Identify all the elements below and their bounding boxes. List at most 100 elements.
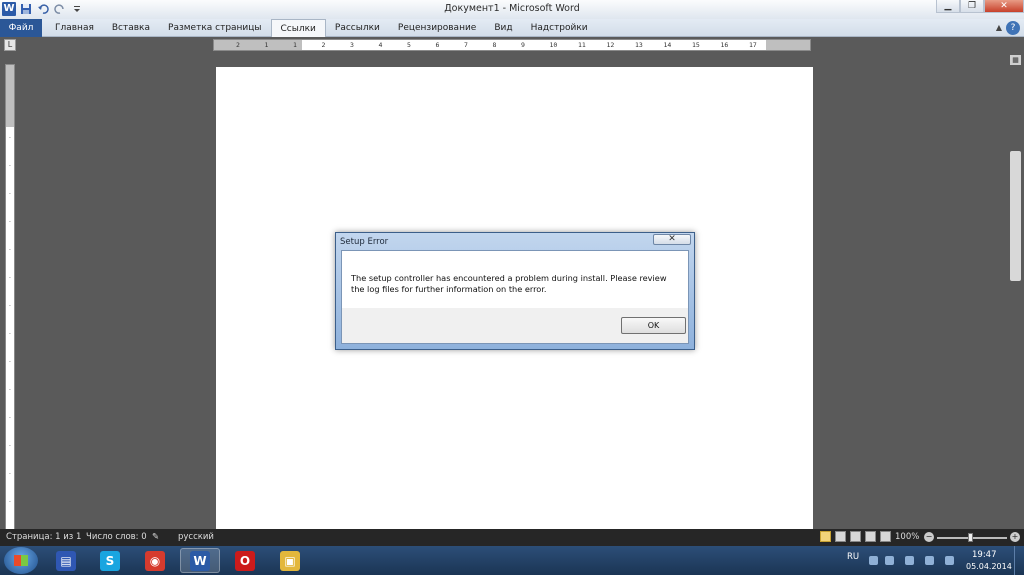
ruler-tick: 9 (521, 41, 525, 49)
ruler-tick: 2 (321, 41, 326, 49)
tray-volume-icon[interactable] (945, 556, 954, 565)
taskbar-app-explorer[interactable]: ▣ (270, 548, 310, 573)
ribbon-tab[interactable]: Вид (485, 19, 521, 37)
dialog-footer: OK (342, 308, 688, 343)
draft-view-button[interactable] (880, 531, 891, 542)
collapse-ribbon-icon[interactable]: ▲ (996, 23, 1002, 32)
vertical-scrollbar[interactable]: ▦ (1007, 53, 1024, 529)
dialog-title: Setup Error (340, 237, 389, 247)
ribbon-tab-bar: Файл Главная Вставка Разметка страницы Ссыл… (0, 19, 1024, 37)
title-bar: W Документ1 - Microsoft Word ▁ ❐ ✕ (0, 0, 1024, 19)
vruler-tick: · (9, 471, 11, 478)
taskbar-app-chrome[interactable]: ◉ (135, 548, 175, 573)
ruler-toggle-icon[interactable]: ▦ (1010, 55, 1021, 65)
ruler-tick: 6 (435, 41, 440, 49)
tab-file[interactable]: Файл (0, 19, 42, 37)
horizontal-ruler[interactable]: 2 1 1 2 3 4 5 6 7 8 9 10 11 12 13 14 15 16 17 (213, 39, 811, 51)
ruler-tick: 12 (606, 41, 615, 49)
proofing-icon[interactable]: ✎ (152, 532, 159, 542)
ruler-tick: 8 (492, 41, 497, 49)
print-layout-view-button[interactable] (820, 531, 831, 542)
ruler-tick: 15 (692, 41, 700, 49)
vruler-tick: · (9, 359, 11, 366)
ribbon-tab[interactable]: Вставка (103, 19, 159, 37)
tray-chevron-icon[interactable] (869, 556, 878, 565)
word-icon: W (190, 550, 210, 571)
ribbon-tab[interactable]: Надстройки (522, 19, 597, 37)
vruler-tick: · (9, 163, 11, 170)
vruler-tick: · (9, 443, 11, 450)
ruler-tick: 5 (407, 41, 411, 49)
maximize-button[interactable]: ❐ (960, 0, 984, 13)
vruler-tick: · (9, 135, 11, 142)
setup-error-dialog: Setup Error ✕ The setup controller has e… (335, 232, 695, 350)
ruler-tick: 17 (749, 41, 757, 49)
vruler-tick: · (9, 331, 11, 338)
minimize-button[interactable]: ▁ (936, 0, 960, 13)
ribbon-tab[interactable]: Разметка страницы (159, 19, 271, 37)
ribbon-tab[interactable]: Главная (46, 19, 103, 37)
ruler-tick: 4 (378, 41, 383, 49)
taskbar-app-skype[interactable]: S (90, 548, 130, 573)
close-window-button[interactable]: ✕ (984, 0, 1024, 13)
page-count[interactable]: Страница: 1 из 1 (6, 532, 81, 542)
ruler-tick: 1 (293, 41, 297, 49)
ruler-tick: 10 (549, 41, 558, 49)
vruler-tick: · (9, 415, 11, 422)
dialog-message: The setup controller has encountered a p… (351, 273, 667, 294)
zoom-slider-thumb[interactable] (968, 533, 973, 542)
zoom-level[interactable]: 100% (895, 532, 919, 542)
tray-flag-icon[interactable] (905, 556, 914, 565)
clock-time[interactable]: 19:47 (972, 550, 997, 560)
tab-selector[interactable]: L (4, 39, 16, 51)
save-icon: ▤ (56, 550, 76, 571)
ruler-tick: 1 (264, 41, 269, 49)
ruler-tick: 2 (236, 41, 240, 49)
ok-button[interactable]: OK (621, 317, 686, 334)
ruler-tick: 11 (578, 41, 586, 49)
vruler-tick: · (9, 191, 11, 198)
word-count[interactable]: Число слов: 0 (86, 532, 147, 542)
vruler-tick: · (9, 219, 11, 226)
ribbon-tab[interactable]: Рассылки (326, 19, 389, 37)
taskbar-app-word[interactable]: W (180, 548, 220, 573)
zoom-out-button[interactable]: − (924, 532, 934, 542)
ribbon-tabs: Главная Вставка Разметка страницы Ссылки Рас… (46, 19, 597, 37)
language-switcher[interactable]: RU (847, 552, 859, 562)
ruler-tick: 7 (464, 41, 468, 49)
ruler-tick: 3 (350, 41, 354, 49)
window-controls: ▁ ❐ ✕ (936, 0, 1024, 13)
language-indicator[interactable]: русский (178, 532, 214, 542)
opera-icon: O (235, 550, 255, 571)
full-screen-reading-button[interactable] (835, 531, 846, 542)
vertical-ruler[interactable]: · · · · · · · · · · · · · · (5, 64, 15, 530)
taskbar: ▤ S ◉ W O ▣ RU 19:47 05.04.2014 (0, 546, 1024, 575)
web-layout-button[interactable] (850, 531, 861, 542)
vruler-tick: · (9, 247, 11, 254)
taskbar-app-save[interactable]: ▤ (46, 548, 86, 573)
dialog-close-button[interactable]: ✕ (653, 234, 691, 245)
ribbon-tab[interactable]: Ссылки (270, 19, 326, 37)
show-desktop-button[interactable] (1014, 546, 1024, 575)
help-icon[interactable]: ? (1006, 21, 1020, 35)
zoom-in-button[interactable]: + (1010, 532, 1020, 542)
vruler-tick: · (9, 387, 11, 394)
ruler-tick: 13 (635, 41, 643, 49)
chrome-icon: ◉ (145, 550, 165, 571)
ruler-tick: 14 (663, 41, 672, 49)
dialog-body: The setup controller has encountered a p… (341, 250, 689, 344)
tray-signal-icon[interactable] (925, 556, 934, 565)
window-title: Документ1 - Microsoft Word (444, 3, 580, 14)
ribbon-tab[interactable]: Рецензирование (389, 19, 485, 37)
vruler-tick: · (9, 303, 11, 310)
start-button[interactable] (4, 547, 38, 574)
status-bar: Страница: 1 из 1 Число слов: 0 ✎ русский… (0, 529, 1024, 546)
tray-network-icon[interactable] (885, 556, 894, 565)
scroll-thumb[interactable] (1010, 151, 1021, 281)
ruler-row: L 2 1 1 2 3 4 5 6 7 8 9 10 11 12 13 14 15 16 17 (0, 37, 1024, 53)
clock-date[interactable]: 05.04.2014 (966, 562, 1012, 571)
vruler-tick: · (9, 499, 11, 506)
explorer-icon: ▣ (280, 550, 300, 571)
taskbar-app-opera[interactable]: O (225, 548, 265, 573)
outline-view-button[interactable] (865, 531, 876, 542)
